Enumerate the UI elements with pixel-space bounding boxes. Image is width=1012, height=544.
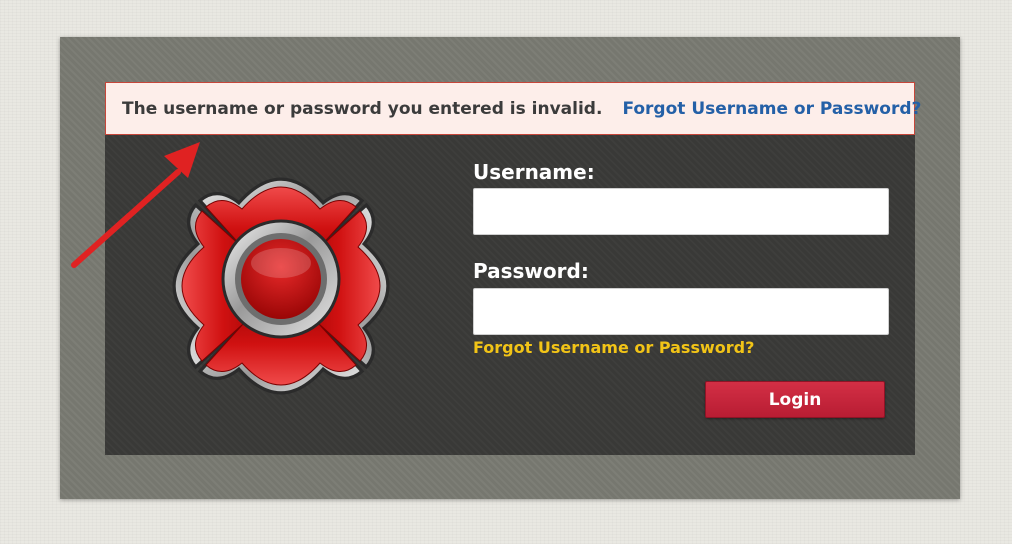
password-input[interactable]	[473, 288, 889, 335]
username-input[interactable]	[473, 188, 889, 235]
error-message: The username or password you entered is …	[122, 98, 603, 119]
login-button[interactable]: Login	[705, 381, 885, 418]
password-label: Password:	[473, 259, 589, 283]
error-banner: The username or password you entered is …	[105, 82, 921, 135]
username-label: Username:	[473, 160, 595, 184]
forgot-credentials-link[interactable]: Forgot Username or Password?	[473, 338, 754, 357]
red-arrow-annotation-icon	[71, 142, 200, 268]
error-forgot-link[interactable]: Forgot Username or Password?	[622, 99, 921, 119]
